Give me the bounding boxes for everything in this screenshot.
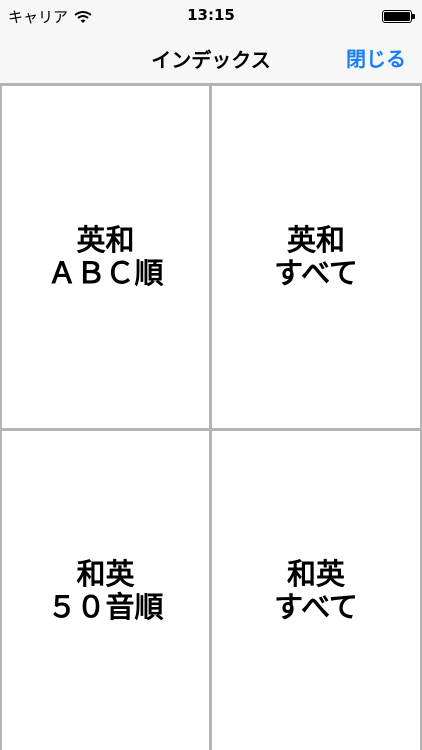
cell-subtitle: ５０音順 — [47, 589, 164, 624]
cell-title: 和英 — [286, 556, 345, 591]
battery-fill — [384, 12, 410, 21]
cell-title: 英和 — [286, 223, 345, 257]
index-grid: 英和 ＡＢＣ順 英和 すべて 和英 ５０音順 和英 すべて — [0, 84, 422, 750]
cell-title: 和英 — [76, 556, 135, 591]
cell-title: 英和 — [76, 223, 135, 257]
index-cell-eiwa-all[interactable]: 英和 すべて — [212, 86, 420, 428]
battery-icon — [382, 10, 415, 23]
cell-subtitle: ＡＢＣ順 — [47, 256, 164, 290]
cell-subtitle: すべて — [274, 256, 358, 290]
status-bar: キャリア 13:15 — [0, 0, 422, 32]
cell-subtitle: すべて — [274, 589, 358, 624]
index-cell-waei-all[interactable]: 和英 すべて — [212, 431, 420, 750]
status-time: 13:15 — [187, 6, 235, 24]
index-cell-eiwa-abc[interactable]: 英和 ＡＢＣ順 — [2, 86, 209, 428]
index-cell-waei-gojuon[interactable]: 和英 ５０音順 — [2, 431, 209, 750]
navigation-bar: インデックス 閉じる — [0, 32, 422, 84]
close-button[interactable]: 閉じる — [346, 43, 406, 72]
battery-nub — [412, 14, 415, 19]
